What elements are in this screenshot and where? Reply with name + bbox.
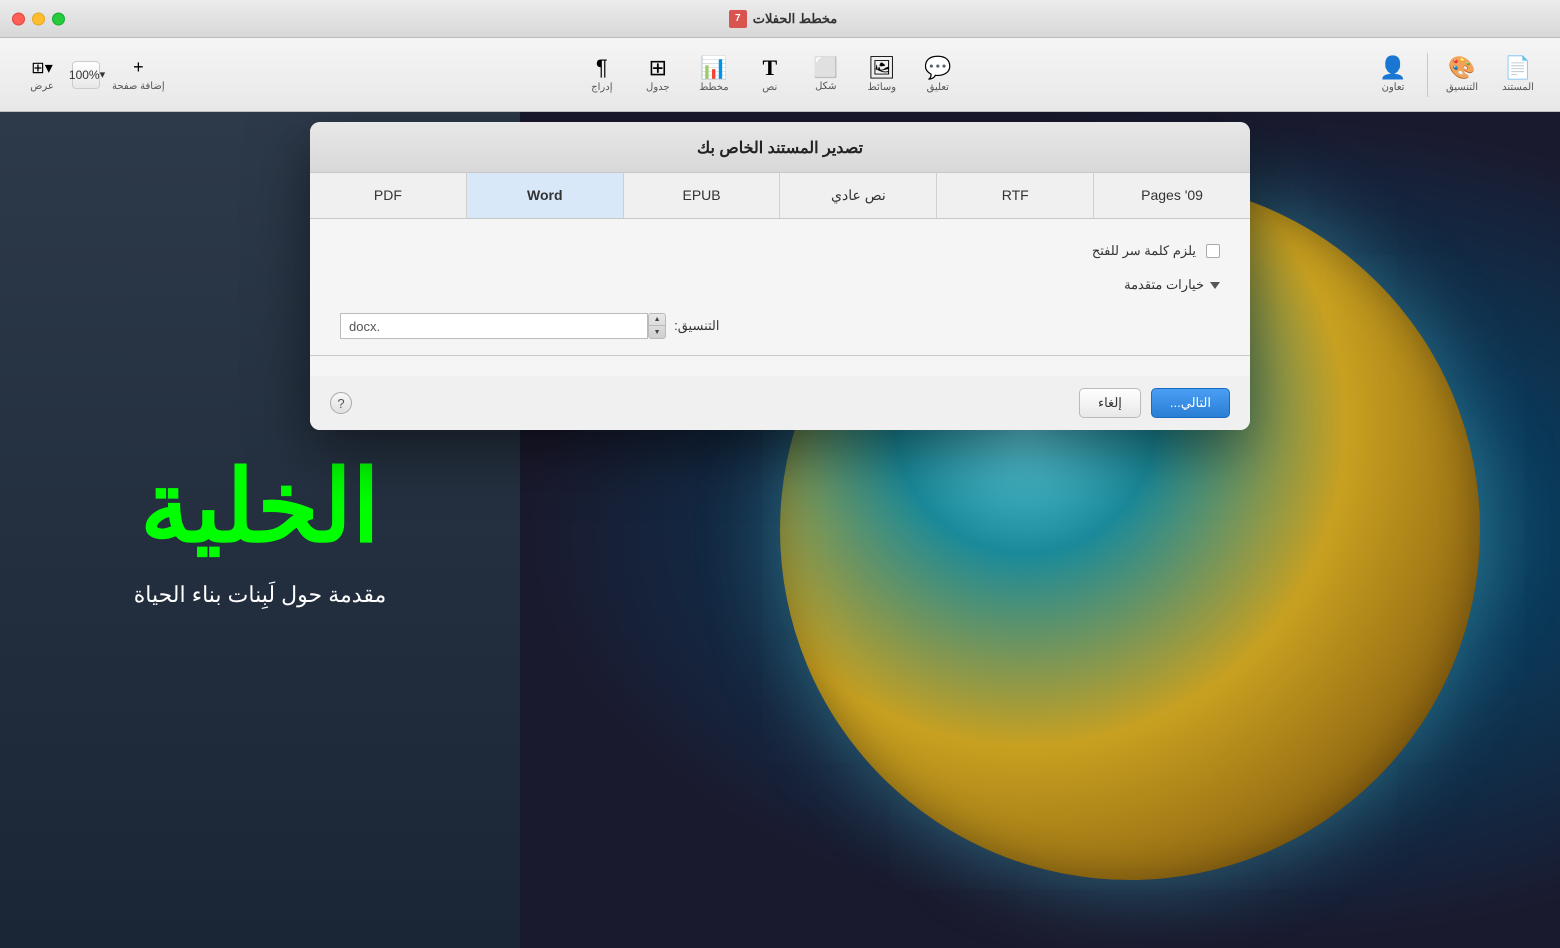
chevron-down-icon: ▾	[100, 68, 106, 81]
next-button[interactable]: التالي...	[1151, 388, 1230, 418]
table-label: جدول	[646, 82, 670, 93]
shape-label: شكل	[815, 81, 836, 92]
format-extension: .docx	[340, 313, 388, 339]
document-label: المستند	[1502, 82, 1534, 93]
collaborate-button[interactable]: 👤 تعاون	[1367, 47, 1419, 103]
toolbar-left-group: + إضافة صفحة ▾ 100% ▾⊞ عرض	[16, 47, 173, 103]
dialog-titlebar: تصدير المستند الخاص بك	[310, 122, 1250, 173]
tab-pages09[interactable]: Pages '09	[1094, 173, 1250, 218]
password-checkbox[interactable]	[1206, 244, 1220, 258]
tab-rtf[interactable]: RTF	[937, 173, 1094, 218]
password-row: يلزم كلمة سر للفتح	[340, 243, 1220, 259]
collaborate-label: تعاون	[1382, 82, 1405, 93]
export-tabs: PDF Word EPUB نص عادي RTF Pages '09	[310, 173, 1250, 219]
green-traffic-light[interactable]	[52, 12, 65, 25]
tab-pdf[interactable]: PDF	[310, 173, 467, 218]
insert-label: إدراج	[591, 82, 612, 93]
view-button[interactable]: ▾⊞ عرض	[16, 47, 68, 103]
format-input-group: ▲ ▼ .docx	[340, 313, 666, 339]
format-row: التنسيق: ▲ ▼ .docx	[340, 313, 1220, 339]
tab-word[interactable]: Word	[467, 173, 624, 218]
format-icon: 🎨	[1448, 57, 1475, 79]
dialog-overlay: تصدير المستند الخاص بك PDF Word EPUB نص …	[0, 112, 1560, 948]
app-icon: 7	[729, 10, 747, 28]
export-dialog: تصدير المستند الخاص بك PDF Word EPUB نص …	[310, 122, 1250, 430]
format-stepper[interactable]: ▲ ▼	[648, 313, 666, 339]
media-icon: 🖼	[868, 57, 896, 79]
view-label: عرض	[30, 81, 54, 92]
view-icon: ▾⊞	[31, 58, 52, 78]
document-button[interactable]: 📄 المستند	[1492, 47, 1544, 103]
comment-icon: 💬	[924, 57, 951, 79]
tab-plaintext[interactable]: نص عادي	[780, 173, 937, 218]
toolbar-right-group: 📄 المستند 🎨 التنسيق 👤 تعاون	[1367, 47, 1544, 103]
insert-button[interactable]: ¶ إدراج	[576, 47, 628, 103]
text-button[interactable]: T نص	[744, 47, 796, 103]
yellow-traffic-light[interactable]	[32, 12, 45, 25]
format-button[interactable]: 🎨 التنسيق	[1436, 47, 1488, 103]
tab-epub[interactable]: EPUB	[624, 173, 781, 218]
dialog-body: يلزم كلمة سر للفتح خيارات متقدمة التنسيق…	[310, 219, 1250, 376]
toolbar: 📄 المستند 🎨 التنسيق 👤 تعاون 💬 تعليق 🖼 وس…	[0, 38, 1560, 112]
add-page-label: إضافة صفحة	[112, 81, 165, 92]
window-title: مخطط الحفلات	[753, 11, 838, 27]
red-traffic-light[interactable]	[12, 12, 25, 25]
format-label: التنسيق	[1446, 82, 1478, 93]
main-area: الخلية مقدمة حول لَبِنات بناء الحياة تصد…	[0, 112, 1560, 948]
plus-icon: +	[133, 57, 144, 78]
format-label-text: التنسيق:	[674, 318, 719, 334]
chart-label: مخطط	[699, 82, 729, 93]
separator-1	[1427, 53, 1428, 97]
toolbar-center-group: 💬 تعليق 🖼 وسائط ⬜ شكل T نص 📊 مخطط ⊞ جدول…	[576, 47, 964, 103]
text-icon: T	[762, 57, 777, 79]
chart-icon: 📊	[700, 57, 727, 79]
comment-button[interactable]: 💬 تعليق	[912, 47, 964, 103]
help-button[interactable]: ?	[330, 392, 352, 414]
text-label: نص	[762, 82, 777, 93]
footer-buttons: التالي... إلغاء	[1079, 388, 1230, 418]
zoom-value: 100%	[69, 68, 100, 82]
stepper-up-button[interactable]: ▲	[649, 314, 665, 326]
advanced-label: خيارات متقدمة	[1124, 277, 1204, 293]
stepper-down-button[interactable]: ▼	[649, 326, 665, 338]
table-button[interactable]: ⊞ جدول	[632, 47, 684, 103]
media-label: وسائط	[868, 82, 897, 93]
shape-icon: ⬜	[813, 58, 838, 78]
insert-icon: ¶	[596, 57, 608, 79]
advanced-expand-icon	[1210, 282, 1220, 289]
traffic-lights	[12, 12, 65, 25]
dialog-title: تصدير المستند الخاص بك	[697, 138, 863, 158]
cancel-button[interactable]: إلغاء	[1079, 388, 1141, 418]
media-button[interactable]: 🖼 وسائط	[856, 47, 908, 103]
titlebar: مخطط الحفلات 7	[0, 0, 1560, 38]
dialog-footer: التالي... إلغاء ?	[310, 376, 1250, 430]
dialog-separator	[310, 355, 1250, 356]
advanced-options-row[interactable]: خيارات متقدمة	[340, 277, 1220, 293]
format-input-field[interactable]	[388, 313, 648, 339]
comment-label: تعليق	[927, 82, 949, 93]
password-label: يلزم كلمة سر للفتح	[1092, 243, 1196, 259]
table-icon: ⊞	[649, 57, 667, 79]
document-icon: 📄	[1504, 57, 1531, 79]
chart-button[interactable]: 📊 مخطط	[688, 47, 740, 103]
shape-button[interactable]: ⬜ شكل	[800, 47, 852, 103]
add-page-button[interactable]: + إضافة صفحة	[104, 47, 173, 103]
zoom-dropdown-button[interactable]: ▾ 100%	[72, 61, 100, 89]
collaborate-icon: 👤	[1379, 57, 1406, 79]
zoom-control: ▾ 100%	[72, 61, 100, 89]
